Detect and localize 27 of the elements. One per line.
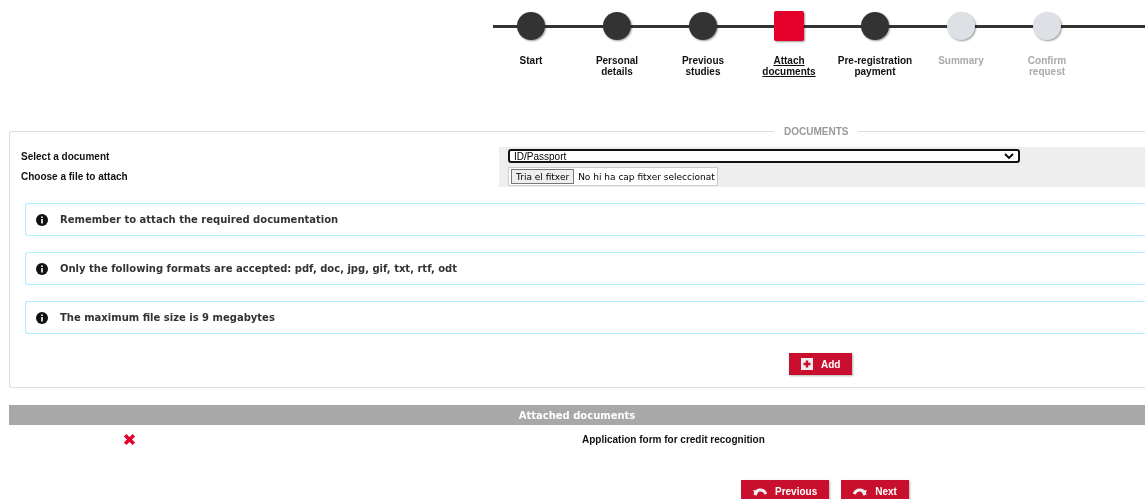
info-icon (36, 262, 48, 275)
section-legend: DOCUMENTS (774, 126, 859, 137)
step-link[interactable]: Pre-registration payment (837, 55, 913, 77)
forward-arrow-icon (853, 486, 868, 496)
notice-text: Remember to attach the required documentation (60, 214, 339, 225)
chevron-down-icon (1004, 153, 1014, 159)
plus-icon (801, 358, 813, 370)
info-icon (36, 311, 48, 324)
add-button[interactable]: Add (789, 353, 853, 375)
header-text: Attached documents (518, 409, 636, 421)
notice-text: Only the following formats are accepted: pdf, doc, jpg, gif, txt, rtf, odt (60, 263, 458, 274)
back-arrow-icon (753, 486, 767, 496)
document-select[interactable]: ID/Passport (508, 149, 1020, 163)
previous-button[interactable]: Previous (741, 480, 830, 499)
document-name: Application form for credit recognition (582, 433, 765, 445)
delete-icon[interactable] (123, 432, 136, 446)
step-link[interactable]: Personal details (579, 55, 655, 77)
step-link[interactable]: Previous studies (665, 55, 741, 77)
file-status: No hi ha cap fitxer seleccionat (578, 171, 715, 182)
step-link[interactable]: Attach documents (751, 55, 827, 77)
field-label: Select a document (21, 151, 111, 162)
choose-file-button[interactable]: Tria el fitxer (511, 169, 575, 184)
next-button[interactable]: Next (841, 480, 909, 499)
info-icon (36, 213, 48, 226)
notice-text: The maximum file size is 9 megabytes (60, 312, 275, 323)
step-link[interactable]: Start (493, 55, 569, 66)
field-label: Choose a file to attach (21, 171, 129, 182)
